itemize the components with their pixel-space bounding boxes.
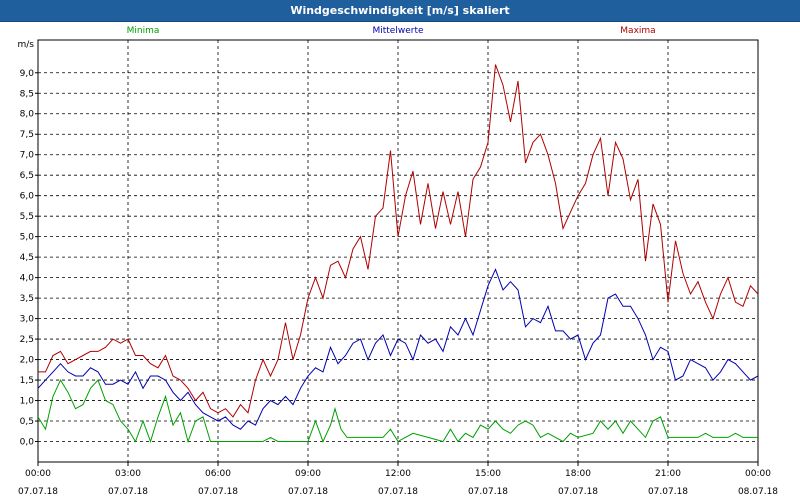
x-tick-time-label: 09:00 (295, 469, 321, 479)
y-tick-label: 2,0 (20, 356, 35, 366)
y-tick-label: 3,5 (20, 294, 34, 304)
y-tick-label: 8,5 (20, 89, 34, 99)
y-tick-label: 5,5 (20, 212, 34, 222)
x-tick-date-label: 07.07.18 (558, 487, 598, 497)
y-tick-label: 6,5 (20, 171, 34, 181)
x-tick-date-label: 07.07.18 (18, 487, 58, 497)
legend-entry-mittelwerte: Mittelwerte (372, 26, 423, 36)
y-tick-label: 2,5 (20, 335, 34, 345)
y-tick-label: 7,5 (20, 130, 34, 140)
y-axis-label: m/s (18, 40, 35, 50)
wind-speed-chart: 0,0 0,5 1,0 1,5 2,0 2,5 3,0 3,5 4,0 4,5 5,0 5,5 6,0 6… (18, 26, 779, 497)
x-tick-time-label: 12:00 (385, 469, 411, 479)
y-tick-label: 1,0 (20, 397, 35, 407)
app-window: Windgeschwindigkeit [m/s] skaliert 0,0 0,… (0, 0, 800, 500)
x-tick-time-label: 21:00 (655, 469, 681, 479)
window-title: Windgeschwindigkeit [m/s] skaliert (290, 4, 510, 17)
y-tick-label: 5,0 (20, 233, 35, 243)
x-tick-time-label: 03:00 (115, 469, 141, 479)
y-tick-label: 9,0 (20, 69, 35, 79)
x-tick-date-label: 07.07.18 (648, 487, 688, 497)
x-tick-date-label: 07.07.18 (198, 487, 238, 497)
x-tick-time-label: 15:00 (475, 469, 501, 479)
y-tick-label: 4,0 (20, 274, 35, 284)
x-tick-time-label: 00:00 (25, 469, 51, 479)
x-tick-date-label: 07.07.18 (108, 487, 148, 497)
x-tick-time-label: 00:00 (745, 469, 771, 479)
y-tick-label: 8,0 (20, 110, 35, 120)
x-tick-date-label: 07.07.18 (288, 487, 328, 497)
y-tick-label: 0,0 (20, 438, 35, 448)
y-tick-label: 3,0 (20, 315, 35, 325)
x-tick-date-label: 07.07.18 (378, 487, 418, 497)
y-tick-label: 7,0 (20, 151, 35, 161)
y-tick-label: 4,5 (20, 253, 34, 263)
x-tick-time-label: 06:00 (205, 469, 231, 479)
y-tick-label: 6,0 (20, 192, 35, 202)
x-tick-date-label: 08.07.18 (738, 487, 778, 497)
x-tick-date-label: 07.07.18 (468, 487, 508, 497)
x-tick-time-label: 18:00 (565, 469, 591, 479)
legend-entry-maxima: Maxima (620, 26, 655, 36)
y-tick-label: 1,5 (20, 376, 34, 386)
title-bar: Windgeschwindigkeit [m/s] skaliert (0, 0, 800, 22)
legend-entry-minima: Minima (127, 26, 160, 36)
y-tick-label: 0,5 (20, 417, 34, 427)
